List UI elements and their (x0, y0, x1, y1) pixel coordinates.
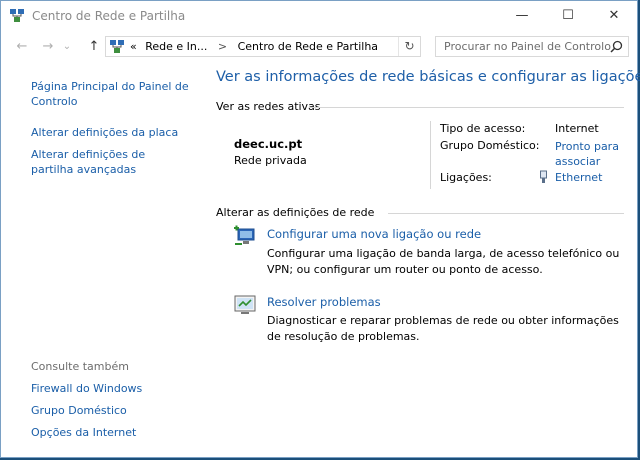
navigation-bar: ← → ⌄ ↑ « Rede e In... > Centro de Rede … (1, 35, 637, 59)
search-box[interactable]: Procurar no Painel de Controlo (435, 36, 629, 57)
change-settings-heading: Alterar as definições de rede (216, 206, 375, 219)
homegroup-link[interactable]: Pronto para associar (555, 139, 625, 169)
active-networks-heading: Ver as redes ativas (216, 100, 321, 113)
minimize-button[interactable]: — (499, 1, 545, 31)
network-center-icon (10, 9, 24, 22)
up-button[interactable]: ↑ (85, 37, 103, 57)
network-type[interactable]: Rede privada (234, 154, 307, 167)
troubleshoot-icon[interactable] (233, 294, 257, 316)
network-name: deec.uc.pt (234, 137, 303, 151)
section-divider (388, 213, 624, 214)
back-button[interactable]: ← (13, 37, 31, 57)
see-also-link-internet-options[interactable]: Opções da Internet (31, 426, 136, 439)
setup-new-connection-description: Configurar uma ligação de banda larga, d… (267, 247, 620, 276)
vertical-divider (430, 121, 431, 189)
setup-new-connection-link[interactable]: Configurar uma nova ligação ou rede (267, 227, 481, 241)
see-also-link-firewall[interactable]: Firewall do Windows (31, 382, 142, 395)
sidebar-link-advanced-sharing[interactable]: Alterar definições de partilha avançadas (31, 147, 191, 177)
network-center-icon (110, 40, 124, 53)
access-type-value: Internet (555, 122, 599, 135)
breadcrumb-item[interactable]: Centro de Rede e Partilha (238, 40, 378, 53)
window-title: Centro de Rede e Partilha (32, 9, 186, 23)
search-icon[interactable] (610, 40, 623, 53)
ethernet-link[interactable]: Ethernet (555, 171, 602, 184)
troubleshoot-link[interactable]: Resolver problemas (267, 295, 381, 309)
breadcrumb-separator[interactable]: > (218, 40, 227, 53)
breadcrumb-item[interactable]: Rede e In... (145, 40, 207, 53)
ethernet-icon (540, 170, 547, 183)
recent-locations-button[interactable]: ⌄ (61, 37, 73, 57)
homegroup-label: Grupo Doméstico: (440, 139, 540, 152)
title-bar[interactable]: Centro de Rede e Partilha — ☐ ✕ (1, 1, 637, 31)
refresh-button[interactable]: ↻ (398, 37, 420, 56)
sidebar-link-control-panel-home[interactable]: Página Principal do Painel de Controlo (31, 79, 191, 109)
breadcrumb-overflow[interactable]: « (130, 40, 137, 53)
troubleshoot-description: Diagnosticar e reparar problemas de rede… (267, 314, 619, 343)
close-button[interactable]: ✕ (591, 1, 637, 31)
see-also-link-homegroup[interactable]: Grupo Doméstico (31, 404, 127, 417)
forward-button[interactable]: → (39, 37, 57, 57)
address-bar[interactable]: « Rede e In... > Centro de Rede e Partil… (105, 36, 421, 57)
page-title: Ver as informações de rede básicas e con… (216, 69, 640, 85)
section-divider (309, 107, 624, 108)
maximize-button[interactable]: ☐ (545, 1, 591, 31)
access-type-label: Tipo de acesso: (440, 122, 526, 135)
network-sharing-center-window: Centro de Rede e Partilha — ☐ ✕ ← → ⌄ ↑ … (0, 0, 640, 458)
search-input[interactable]: Procurar no Painel de Controlo (444, 40, 611, 53)
sidebar-link-adapter-settings[interactable]: Alterar definições da placa (31, 125, 191, 140)
new-connection-icon[interactable] (233, 225, 257, 247)
connections-label: Ligações: (440, 171, 492, 184)
see-also-heading: Consulte também (31, 360, 129, 373)
